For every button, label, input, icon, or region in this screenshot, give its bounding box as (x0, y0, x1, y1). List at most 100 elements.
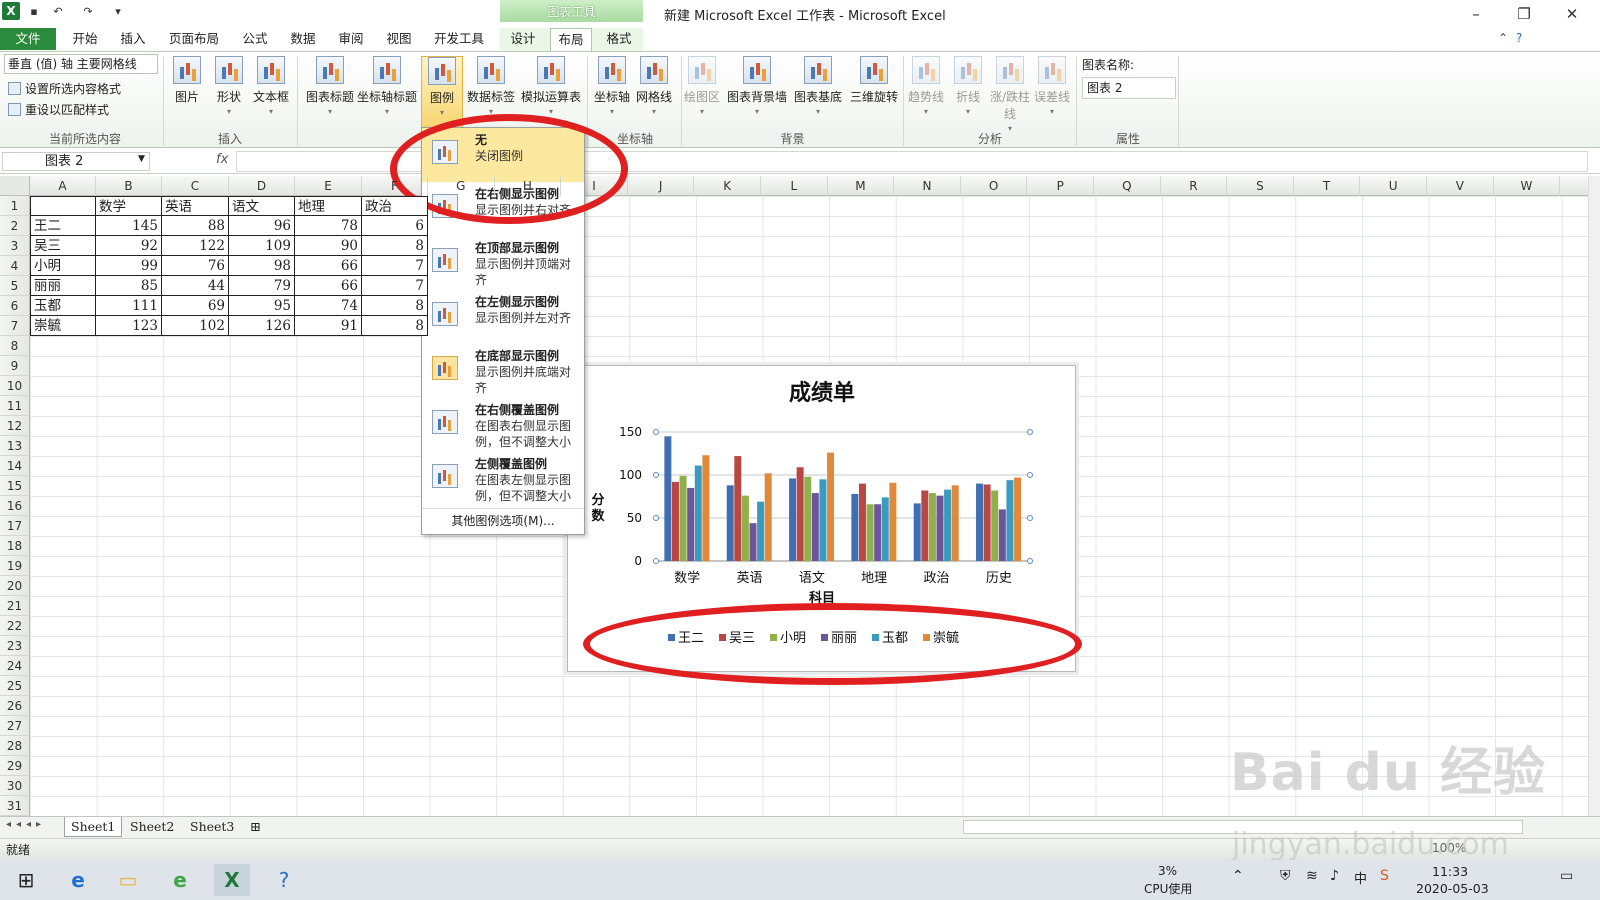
table-cell[interactable]: 吴三 (30, 236, 96, 256)
column-header[interactable]: S (1227, 176, 1294, 196)
reset-style-button[interactable]: 重设以匹配样式 (8, 101, 109, 119)
up-down-bars-button[interactable]: 涨/跌柱线 ▾ (988, 56, 1032, 133)
column-header[interactable]: D (229, 176, 295, 196)
axes-button[interactable]: 坐标轴 ▾ (588, 56, 636, 130)
file-explorer-icon[interactable]: ▭ (110, 864, 146, 896)
column-header[interactable]: M (828, 176, 895, 196)
column-header[interactable]: R (1161, 176, 1228, 196)
chart-wall-button[interactable]: 图表背景墙 ▾ (724, 56, 790, 130)
edge-browser-icon[interactable]: e (60, 864, 96, 896)
tab-view[interactable]: 视图 (378, 28, 420, 50)
table-header-cell[interactable]: 地理 (295, 196, 362, 216)
row-header[interactable]: 15 (0, 476, 30, 496)
table-cell[interactable]: 79 (229, 276, 295, 296)
row-header[interactable]: 10 (0, 376, 30, 396)
table-cell[interactable]: 王二 (30, 216, 96, 236)
table-cell[interactable]: 66 (295, 256, 362, 276)
table-cell[interactable]: 96 (229, 216, 295, 236)
name-box-dropdown-icon[interactable]: ▼ (138, 154, 145, 164)
tab-insert[interactable]: 插入 (112, 28, 154, 50)
tab-developer[interactable]: 开发工具 (426, 28, 492, 50)
row-header[interactable]: 21 (0, 596, 30, 616)
close-icon[interactable]: ✕ (1552, 2, 1592, 26)
save-icon[interactable]: ▪ (26, 4, 42, 20)
row-header[interactable]: 23 (0, 636, 30, 656)
row-header[interactable]: 2 (0, 216, 30, 236)
column-header[interactable]: K (694, 176, 761, 196)
security-icon[interactable]: ⛨ (1280, 868, 1291, 884)
table-cell[interactable]: 丽丽 (30, 276, 96, 296)
row-header[interactable]: 28 (0, 736, 30, 756)
table-cell[interactable]: 95 (229, 296, 295, 316)
column-header[interactable]: N (894, 176, 961, 196)
column-header[interactable]: Q (1094, 176, 1161, 196)
row-header[interactable]: 20 (0, 576, 30, 596)
table-cell[interactable]: 126 (229, 316, 295, 336)
table-cell[interactable]: 98 (229, 256, 295, 276)
row-header[interactable]: 27 (0, 716, 30, 736)
legend-option-top[interactable]: 在顶部显示图例 显示图例并顶端对齐 (422, 236, 584, 290)
chart-floor-button[interactable]: 图表基底 ▾ (790, 56, 846, 130)
row-header[interactable]: 9 (0, 356, 30, 376)
row-header[interactable]: 5 (0, 276, 30, 296)
legend-option-bottom[interactable]: 在底部显示图例 显示图例并底端对齐 (422, 344, 584, 398)
table-cell[interactable]: 91 (295, 316, 362, 336)
table-cell[interactable]: 玉都 (30, 296, 96, 316)
chart-title-button[interactable]: 图表标题 ▾ (300, 56, 360, 130)
row-header[interactable]: 31 (0, 796, 30, 816)
table-cell[interactable]: 崇毓 (30, 316, 96, 336)
tab-file[interactable]: 文件 (0, 28, 56, 50)
column-header[interactable]: U (1360, 176, 1427, 196)
table-cell[interactable]: 123 (96, 316, 162, 336)
select-all-corner[interactable] (0, 176, 30, 196)
row-header[interactable]: 30 (0, 776, 30, 796)
table-cell[interactable]: 85 (96, 276, 162, 296)
table-cell[interactable]: 90 (295, 236, 362, 256)
more-legend-options[interactable]: 其他图例选项(M)... (422, 508, 584, 532)
row-header[interactable]: 18 (0, 536, 30, 556)
legend-option-overlay-left[interactable]: 左侧覆盖图例 在图表左侧显示图例，但不调整大小 (422, 452, 584, 506)
sheet-nav-arrows-icon[interactable]: ◂◂◂▸ (6, 819, 46, 830)
ribbon-minimize-icon[interactable]: ⌃ (1498, 31, 1508, 45)
row-header[interactable]: 11 (0, 396, 30, 416)
table-header-cell[interactable]: 语文 (229, 196, 295, 216)
row-header[interactable]: 26 (0, 696, 30, 716)
tab-review[interactable]: 审阅 (330, 28, 372, 50)
tab-design[interactable]: 设计 (502, 28, 544, 50)
insert-textbox-button[interactable]: 文本框 ▾ (245, 56, 297, 130)
minimize-icon[interactable]: – (1456, 2, 1496, 26)
column-header[interactable]: I (561, 176, 628, 196)
column-header[interactable]: T (1294, 176, 1361, 196)
row-header[interactable]: 1 (0, 196, 30, 216)
help-icon[interactable]: ? (1516, 31, 1522, 45)
table-header-cell[interactable]: 数学 (96, 196, 162, 216)
redo-icon[interactable]: ↷ (80, 4, 96, 20)
customize-quick-access-icon[interactable]: ▾ (110, 4, 126, 20)
row-header[interactable]: 13 (0, 436, 30, 456)
ime-indicator[interactable]: 中 (1354, 868, 1367, 887)
table-cell[interactable]: 122 (162, 236, 229, 256)
table-cell[interactable]: 111 (96, 296, 162, 316)
table-cell[interactable]: 102 (162, 316, 229, 336)
table-header-cell[interactable] (30, 196, 96, 216)
column-header[interactable]: J (628, 176, 695, 196)
table-cell[interactable]: 小明 (30, 256, 96, 276)
table-cell[interactable]: 6 (362, 216, 428, 236)
row-header[interactable]: 14 (0, 456, 30, 476)
row-header[interactable]: 17 (0, 516, 30, 536)
row-header[interactable]: 8 (0, 336, 30, 356)
row-header[interactable]: 12 (0, 416, 30, 436)
column-header[interactable]: G (428, 176, 495, 196)
table-cell[interactable]: 99 (96, 256, 162, 276)
name-box[interactable]: 图表 2 (2, 152, 150, 171)
chart-name-input[interactable]: 图表 2 (1082, 77, 1176, 99)
volume-icon[interactable]: ♪ (1330, 868, 1339, 884)
column-header[interactable]: F (362, 176, 428, 196)
gridlines-button[interactable]: 网格线 ▾ (630, 56, 678, 130)
row-header[interactable]: 25 (0, 676, 30, 696)
tab-format[interactable]: 格式 (598, 28, 640, 50)
row-header[interactable]: 4 (0, 256, 30, 276)
table-cell[interactable]: 8 (362, 296, 428, 316)
table-cell[interactable]: 76 (162, 256, 229, 276)
insert-function-icon[interactable]: fx (216, 152, 228, 167)
